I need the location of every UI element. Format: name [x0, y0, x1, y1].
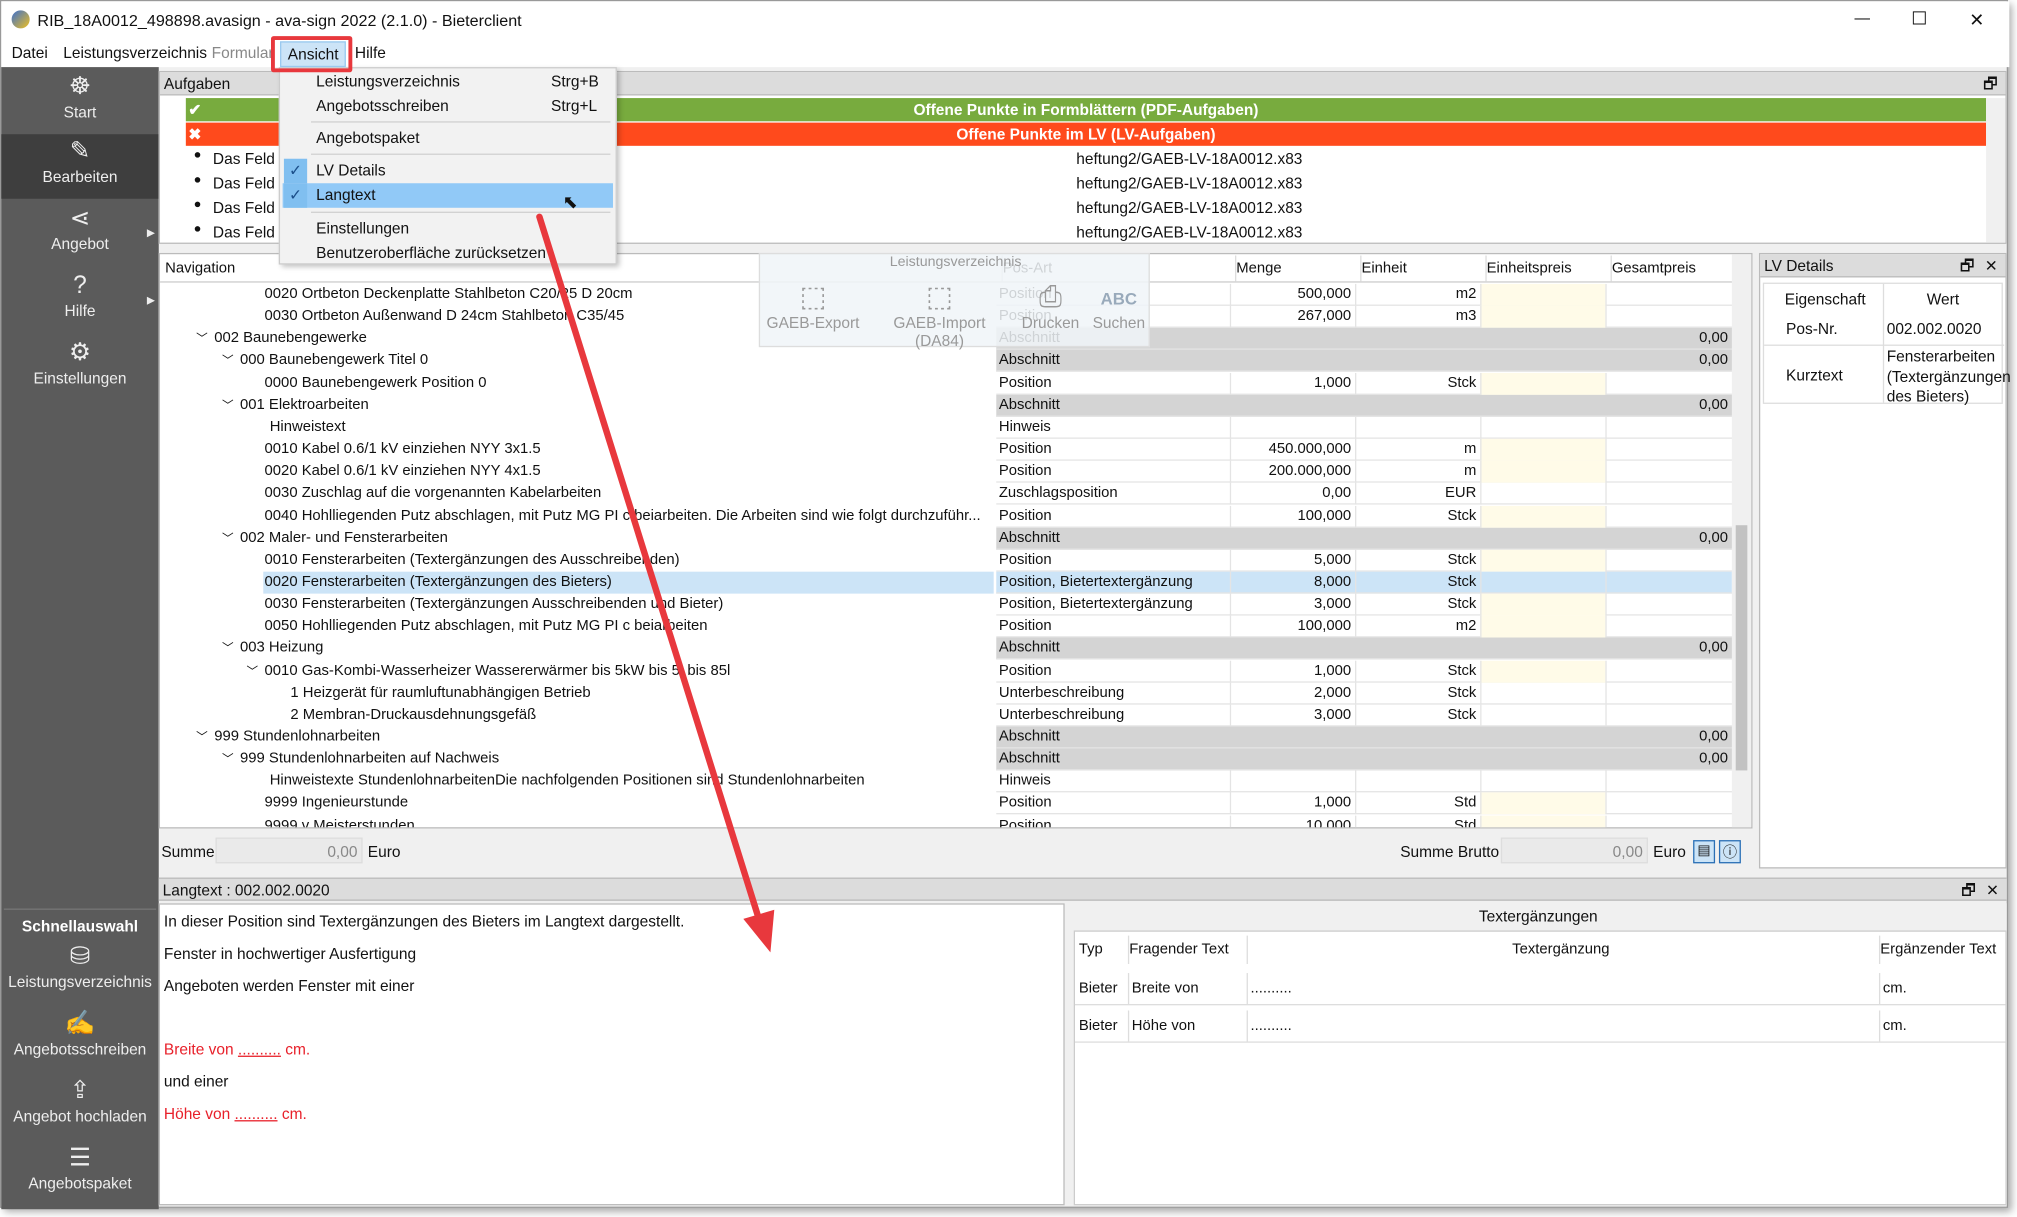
menu-ansicht[interactable]: Ansicht [280, 41, 347, 68]
mouse-cursor-icon: ⬉ [562, 190, 578, 212]
red-arrow-annotation [536, 213, 775, 953]
